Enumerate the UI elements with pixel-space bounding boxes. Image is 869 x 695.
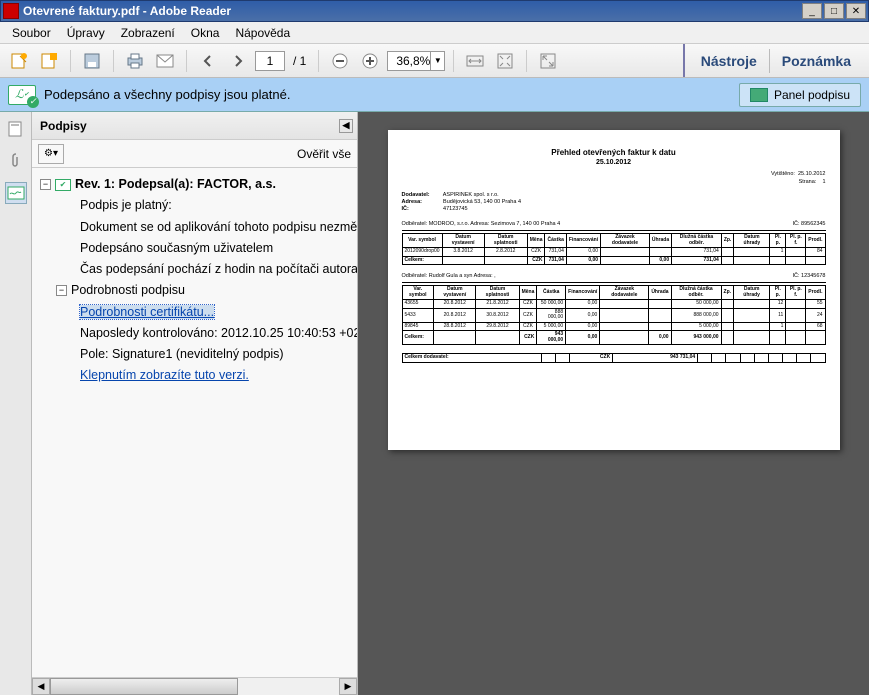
signatures-panel-header: Podpisy ◀ xyxy=(32,112,357,140)
fit-page-button[interactable] xyxy=(492,48,518,74)
scroll-right-button[interactable]: ▶ xyxy=(339,678,357,695)
pen-icon xyxy=(750,88,768,102)
menu-zobrazeni[interactable]: Zobrazení xyxy=(113,24,183,42)
signatures-tab[interactable] xyxy=(5,182,27,204)
page-input[interactable] xyxy=(255,51,285,71)
sig-detail-1: Dokument se od aplikování tohoto podpisu… xyxy=(40,217,357,238)
certificate-details-link[interactable]: Podrobnosti certifikátu... xyxy=(80,305,214,319)
menu-okna[interactable]: Okna xyxy=(183,24,228,42)
sig-last-checked: Naposledy kontrolováno: 2012.10.25 10:40… xyxy=(40,323,357,344)
comment-pane-button[interactable]: Poznámka xyxy=(769,49,863,73)
page-next-button[interactable] xyxy=(225,48,251,74)
menu-upravy[interactable]: Úpravy xyxy=(59,24,113,42)
menu-bar: Soubor Úpravy Zobrazení Okna Nápověda xyxy=(0,22,869,44)
doc-title: Přehled otevřených faktur k datu xyxy=(402,148,826,158)
read-mode-button[interactable] xyxy=(535,48,561,74)
app-icon xyxy=(3,3,19,19)
create-pdf-button[interactable] xyxy=(36,48,62,74)
doc-date: 25.10.2012 xyxy=(402,158,826,167)
view-version-link[interactable]: Klepnutím zobrazíte tuto verzi. xyxy=(80,368,249,382)
signature-tree: − ✔ Rev. 1: Podepsal(a): FACTOR, a.s. Po… xyxy=(32,168,357,393)
document-viewport[interactable]: Přehled otevřených faktur k datu 25.10.2… xyxy=(358,112,869,695)
thumbnails-tab[interactable] xyxy=(5,118,27,140)
print-button[interactable] xyxy=(122,48,148,74)
tree-toggle[interactable]: − xyxy=(56,285,67,296)
sig-field-label: Pole: Signature1 (neviditelný podpis) xyxy=(40,344,357,365)
menu-soubor[interactable]: Soubor xyxy=(4,24,59,42)
scroll-left-button[interactable]: ◀ xyxy=(32,678,50,695)
save-button[interactable] xyxy=(79,48,105,74)
maximize-button[interactable]: □ xyxy=(824,3,844,19)
pdf-page: Přehled otevřených faktur k datu 25.10.2… xyxy=(388,130,840,450)
signatures-panel: Podpisy ◀ ⚙▾ Ověřit vše − ✔ Rev. 1: Pode… xyxy=(32,112,358,695)
window-title: Otevrené faktury.pdf - Adobe Reader xyxy=(23,4,802,18)
panel-options-button[interactable]: ⚙▾ xyxy=(38,144,64,164)
fit-width-button[interactable] xyxy=(462,48,488,74)
invoice-table-1: Var. symbolDatum vystaveníDatum splatnos… xyxy=(402,233,826,265)
zoom-select[interactable]: 36,8%▼ xyxy=(387,51,445,71)
collapse-panel-button[interactable]: ◀ xyxy=(339,119,353,133)
signature-rev-label[interactable]: Rev. 1: Podepsal(a): FACTOR, a.s. xyxy=(75,174,276,195)
signature-ok-icon: ✔ xyxy=(55,179,71,191)
tools-pane-button[interactable]: Nástroje xyxy=(689,49,769,73)
tree-toggle[interactable]: − xyxy=(40,179,51,190)
sig-detail-2: Podepsáno současným uživatelem xyxy=(40,238,357,259)
toolbar: / 1 36,8%▼ Nástroje Poznámka xyxy=(0,44,869,78)
chevron-down-icon[interactable]: ▼ xyxy=(430,52,444,70)
invoice-table-2: Var. symbolDatum vystaveníDatum splatnos… xyxy=(402,285,826,345)
sig-status-valid: Podpis je platný: xyxy=(40,195,357,216)
signature-banner-message: Podepsáno a všechny podpisy jsou platné. xyxy=(44,87,739,102)
scroll-thumb[interactable] xyxy=(50,678,238,695)
signature-banner: ℒ✔ Podepsáno a všechny podpisy jsou plat… xyxy=(0,78,869,112)
menu-napoveda[interactable]: Nápověda xyxy=(227,24,298,42)
zoom-in-button[interactable] xyxy=(357,48,383,74)
sig-details-node[interactable]: Podrobnosti podpisu xyxy=(71,280,185,301)
signature-panel-button[interactable]: Panel podpisu xyxy=(739,83,861,107)
page-prev-button[interactable] xyxy=(195,48,221,74)
close-button[interactable]: ✕ xyxy=(846,3,866,19)
verify-all-button[interactable]: Ověřit vše xyxy=(297,147,351,161)
signature-valid-icon: ℒ✔ xyxy=(8,85,36,105)
title-bar: Otevrené faktury.pdf - Adobe Reader _ □ … xyxy=(0,0,869,22)
invoice-grand-total: Celkem dodavatel:CZK943 731,04 xyxy=(402,353,826,363)
left-nav-strip xyxy=(0,112,32,695)
zoom-out-button[interactable] xyxy=(327,48,353,74)
export-pdf-button[interactable] xyxy=(6,48,32,74)
sig-detail-3: Čas podepsání pochází z hodin na počítač… xyxy=(40,259,357,280)
minimize-button[interactable]: _ xyxy=(802,3,822,19)
email-button[interactable] xyxy=(152,48,178,74)
panel-h-scrollbar[interactable]: ◀ ▶ xyxy=(32,677,357,695)
page-total-label: / 1 xyxy=(289,54,310,68)
attachments-tab[interactable] xyxy=(5,150,27,172)
